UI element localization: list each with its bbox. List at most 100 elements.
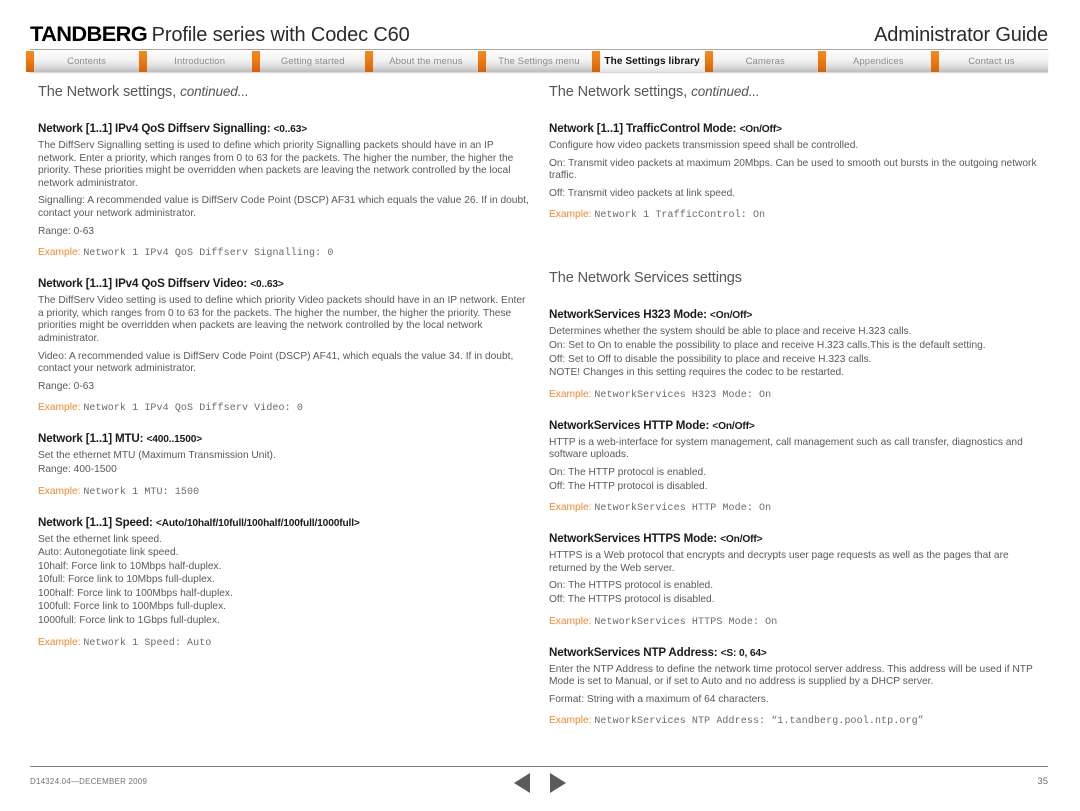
guide-title: Administrator Guide <box>874 24 1048 46</box>
example-label: Example: <box>38 402 81 414</box>
setting-option: Auto: Autonegotiate link speed. <box>38 547 179 559</box>
setting-description: Video: A recommended value is DiffServ C… <box>38 350 514 375</box>
setting-range: <On/Off> <box>709 310 753 322</box>
right-section-title: The Network settings, continued... <box>549 84 1041 100</box>
example-code: Network 1 MTU: 1500 <box>83 486 200 498</box>
tab-label: The Settings menu <box>498 56 580 67</box>
setting-heading: Network [1..1] MTU: <400..1500> <box>38 432 530 445</box>
tab-label: Contents <box>67 56 106 67</box>
tab-contact-us[interactable]: Contact us <box>930 51 1048 72</box>
left-section-title: The Network settings, continued... <box>38 84 530 100</box>
setting-name: Network [1..1] Speed: <box>38 515 153 529</box>
setting-range: <400..1500> <box>146 434 203 446</box>
product-title: Profile series with Codec C60 <box>151 24 410 46</box>
setting-example: Example: Network 1 TrafficControl: On <box>549 208 1041 222</box>
setting-range: <Auto/10half/10full/100half/100full/1000… <box>155 517 360 529</box>
setting-description: Configure how video packets transmission… <box>549 140 859 151</box>
setting-description: HTTP is a web-interface for system manag… <box>549 436 1023 461</box>
setting-entry: NetworkServices HTTP Mode: <On/Off> HTTP… <box>549 419 1041 515</box>
setting-range: <0..63> <box>273 124 308 135</box>
setting-name: Network [1..1] IPv4 QoS Diffserv Video: <box>38 277 248 291</box>
setting-example: Example: Network 1 IPv4 QoS Diffserv Vid… <box>38 401 530 415</box>
setting-entry: Network [1..1] MTU: <400..1500> Set the … <box>38 432 530 498</box>
setting-heading: NetworkServices HTTPS Mode: <On/Off> <box>549 532 1041 545</box>
left-column: The Network settings, continued... Netwo… <box>38 84 530 667</box>
triangle-right-icon[interactable] <box>550 773 566 793</box>
setting-note: NOTE! Changes in this setting requires t… <box>549 367 845 379</box>
setting-description: Set the ethernet MTU (Maximum Transmissi… <box>38 450 276 462</box>
header-divider <box>30 49 1048 50</box>
setting-option: Off: Transmit video packets at link spee… <box>549 187 736 199</box>
example-code: NetworkServices HTTPS Mode: On <box>594 616 778 628</box>
example-code: Network 1 IPv4 QoS Diffserv Signalling: … <box>83 248 334 260</box>
tab-label: Appendices <box>852 56 904 67</box>
setting-option: Off: The HTTPS protocol is disabled. <box>549 593 715 605</box>
setting-range: <0..63> <box>250 279 284 291</box>
page-content: The Network settings, continued... Netwo… <box>0 84 1080 756</box>
setting-heading: Network [1..1] Speed: <Auto/10half/10ful… <box>38 516 530 529</box>
setting-option: 100half: Force link to 100Mbps half-dupl… <box>38 587 233 599</box>
setting-heading: Network [1..1] TrafficControl Mode: <On/… <box>549 122 1041 135</box>
tab-introduction[interactable]: Introduction <box>139 51 257 72</box>
example-code: NetworkServices NTP Address: “1.tandberg… <box>594 716 924 728</box>
setting-range: <S: 0, 64> <box>720 647 767 659</box>
example-code: Network 1 Speed: Auto <box>83 637 212 649</box>
setting-format-note: Format: String with a maximum of 64 char… <box>549 693 769 705</box>
setting-example: Example: NetworkServices H323 Mode: On <box>549 388 1041 402</box>
page-footer: D14324.04—DECEMBER 2009 35 <box>0 773 1080 797</box>
example-label: Example: <box>549 388 592 400</box>
example-code: NetworkServices HTTP Mode: On <box>594 503 772 515</box>
header-row: TANDBERG Profile series with Codec C60 A… <box>30 23 1048 47</box>
example-code: Network 1 IPv4 QoS Diffserv Video: 0 <box>83 403 303 415</box>
tab-the-settings-menu[interactable]: The Settings menu <box>478 51 596 72</box>
footer-navigation <box>0 773 1080 793</box>
setting-description: HTTPS is a Web protocol that encrypts an… <box>549 550 1009 574</box>
tab-label: The Settings library <box>604 56 700 67</box>
example-code: Network 1 TrafficControl: On <box>594 210 766 222</box>
setting-option: 10full: Force link to 10Mbps full-duplex… <box>38 574 215 586</box>
setting-description: The DiffServ Video setting is used to de… <box>38 295 526 344</box>
example-label: Example: <box>549 615 592 627</box>
example-label: Example: <box>549 502 592 514</box>
setting-name: NetworkServices HTTP Mode: <box>549 418 710 432</box>
example-label: Example: <box>38 485 81 497</box>
tab-label: About the menus <box>389 56 463 67</box>
tab-the-settings-library[interactable]: The Settings library <box>591 51 713 72</box>
setting-entry: NetworkServices HTTPS Mode: <On/Off> HTT… <box>549 532 1041 628</box>
setting-entry: Network [1..1] Speed: <Auto/10half/10ful… <box>38 516 530 650</box>
setting-name: Network [1..1] IPv4 QoS Diffserv Signall… <box>38 122 271 135</box>
tab-appendices[interactable]: Appendices <box>817 51 935 72</box>
section-title-text: The Network settings, <box>549 84 688 100</box>
tab-getting-started[interactable]: Getting started <box>252 51 370 72</box>
setting-entry: NetworkServices H323 Mode: <On/Off> Dete… <box>549 308 1041 401</box>
tab-about-the-menus[interactable]: About the menus <box>365 51 483 72</box>
setting-range-note: Range: 400-1500 <box>38 463 117 475</box>
setting-range-note: Range: 0-63 <box>38 380 95 392</box>
triangle-left-icon[interactable] <box>514 773 530 793</box>
tab-cameras[interactable]: Cameras <box>704 51 822 72</box>
setting-example: Example: Network 1 MTU: 1500 <box>38 485 530 499</box>
tab-label: Cameras <box>745 56 785 67</box>
setting-heading: Network [1..1] IPv4 QoS Diffserv Signall… <box>38 122 530 135</box>
example-code: NetworkServices H323 Mode: On <box>594 389 772 401</box>
setting-option: 1000full: Force link to 1Gbps full-duple… <box>38 615 220 627</box>
setting-example: Example: NetworkServices NTP Address: “1… <box>549 714 1041 728</box>
document-page: TANDBERG Profile series with Codec C60 A… <box>0 0 1080 811</box>
setting-name: Network [1..1] MTU: <box>38 432 144 446</box>
setting-name: NetworkServices HTTPS Mode: <box>549 532 717 546</box>
setting-example: Example: NetworkServices HTTPS Mode: On <box>549 615 1041 629</box>
setting-example: Example: Network 1 IPv4 QoS Diffserv Sig… <box>38 246 530 260</box>
setting-description: Signalling: A recommended value is DiffS… <box>38 195 529 219</box>
setting-entry: NetworkServices NTP Address: <S: 0, 64> … <box>549 646 1041 729</box>
brand-group: TANDBERG Profile series with Codec C60 <box>30 23 410 47</box>
setting-option: 100full: Force link to 100Mbps full-dupl… <box>38 601 227 613</box>
setting-description: Set the ethernet link speed. <box>38 533 163 545</box>
setting-heading: Network [1..1] IPv4 QoS Diffserv Video: … <box>38 277 530 290</box>
setting-name: Network [1..1] TrafficControl Mode: <box>549 122 737 135</box>
setting-option: Off: Set to Off to disable the possibili… <box>549 353 872 365</box>
tab-contents[interactable]: Contents <box>25 51 144 72</box>
setting-option: 10half: Force link to 10Mbps half-duplex… <box>38 560 222 572</box>
setting-range: <On/Off> <box>712 420 755 432</box>
tab-label: Introduction <box>174 56 226 67</box>
page-number: 35 <box>1037 776 1048 787</box>
